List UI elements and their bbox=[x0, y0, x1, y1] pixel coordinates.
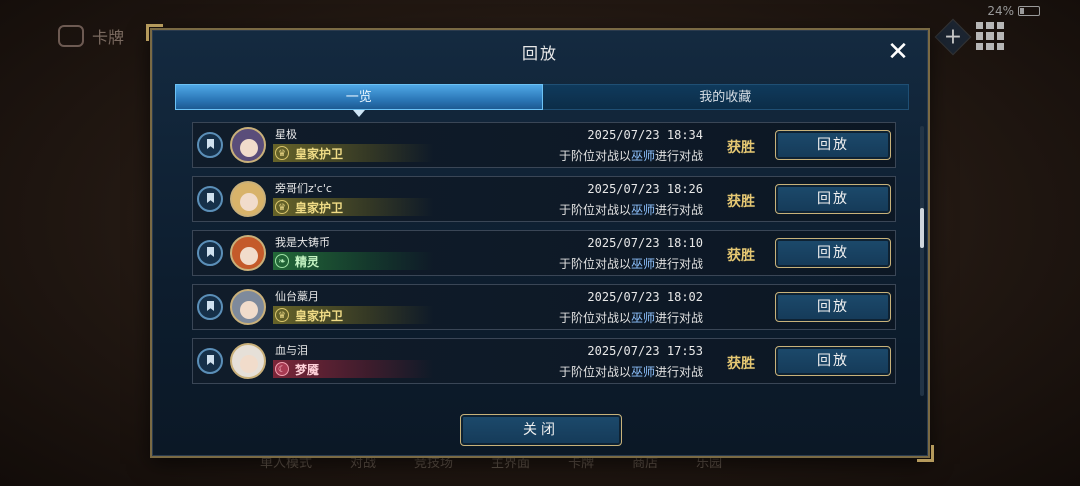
desc-class: 巫师 bbox=[630, 203, 655, 217]
desc-suffix: 进行对战 bbox=[654, 257, 703, 271]
replay-button[interactable]: 回放 bbox=[775, 346, 891, 376]
background-deck-label: 卡牌 bbox=[58, 24, 124, 48]
close-button[interactable]: 关闭 bbox=[460, 414, 622, 446]
desc-prefix: 于阶位对战以 bbox=[558, 311, 631, 325]
desc-class: 巫师 bbox=[630, 365, 655, 379]
class-label: 精灵 bbox=[295, 254, 320, 269]
desc-class: 巫师 bbox=[630, 257, 655, 271]
match-datetime: 2025/07/23 18:10 bbox=[587, 236, 703, 250]
class-label: 皇家护卫 bbox=[295, 146, 344, 161]
match-description: 于阶位对战以巫师进行对战 bbox=[559, 309, 703, 326]
tab-bar: 一览 我的收藏 bbox=[175, 84, 909, 117]
avatar bbox=[230, 181, 266, 217]
bookmark-icon[interactable] bbox=[197, 294, 223, 320]
desc-suffix: 进行对战 bbox=[654, 203, 703, 217]
avatar bbox=[230, 235, 266, 271]
avatar bbox=[230, 343, 266, 379]
player-name: 血与泪 bbox=[275, 344, 308, 357]
desc-class: 巫师 bbox=[630, 149, 655, 163]
class-label: 皇家护卫 bbox=[295, 200, 344, 215]
match-row: 血与泪 ☾ 梦魇 2025/07/23 17:53 于阶位对战以巫师进行对战 获胜 回放 bbox=[192, 338, 896, 384]
match-description: 于阶位对战以巫师进行对战 bbox=[559, 147, 703, 164]
tab-overview-label: 一览 bbox=[345, 90, 372, 105]
plus-icon: + bbox=[943, 24, 963, 50]
class-label: 梦魇 bbox=[295, 362, 320, 377]
class-badge: ♛ 皇家护卫 bbox=[273, 198, 433, 216]
battery-icon bbox=[1018, 6, 1040, 16]
player-name: 我是大铸币 bbox=[275, 236, 330, 249]
class-badge: ❧ 精灵 bbox=[273, 252, 433, 270]
bookmark-icon[interactable] bbox=[197, 132, 223, 158]
class-badge: ♛ 皇家护卫 bbox=[273, 306, 433, 324]
class-icon: ♛ bbox=[275, 200, 289, 214]
class-icon: ❧ bbox=[275, 254, 289, 268]
class-badge: ♛ 皇家护卫 bbox=[273, 144, 433, 162]
menu-grid-icon[interactable] bbox=[976, 22, 1004, 50]
player-name: 仙台藁月 bbox=[275, 290, 319, 303]
match-description: 于阶位对战以巫师进行对战 bbox=[559, 363, 703, 380]
class-label: 皇家护卫 bbox=[295, 308, 344, 323]
player-name: 旁哥们z'c'c bbox=[275, 182, 332, 195]
battery-text: 24% bbox=[987, 4, 1014, 18]
match-datetime: 2025/07/23 18:34 bbox=[587, 128, 703, 142]
add-button[interactable]: + bbox=[934, 18, 972, 56]
replay-button[interactable]: 回放 bbox=[775, 238, 891, 268]
desc-suffix: 进行对战 bbox=[654, 149, 703, 163]
class-icon: ♛ bbox=[275, 146, 289, 160]
scrollbar[interactable] bbox=[920, 126, 924, 396]
match-description: 于阶位对战以巫师进行对战 bbox=[559, 201, 703, 218]
tab-favorites[interactable]: 我的收藏 bbox=[542, 84, 909, 110]
desc-suffix: 进行对战 bbox=[654, 365, 703, 379]
avatar bbox=[230, 127, 266, 163]
replay-button[interactable]: 回放 bbox=[775, 292, 891, 322]
match-row: 仙台藁月 ♛ 皇家护卫 2025/07/23 18:02 于阶位对战以巫师进行对战 回放 bbox=[192, 284, 896, 330]
replay-dialog: 回放 ✕ 一览 我的收藏 星极 ♛ 皇家护卫 2025/07/23 18:34 于阶位对… bbox=[146, 24, 934, 462]
dialog-title: 回放 bbox=[521, 44, 558, 63]
player-name: 星极 bbox=[275, 128, 297, 141]
desc-class: 巫师 bbox=[630, 311, 655, 325]
match-result: 获胜 bbox=[727, 194, 755, 210]
bookmark-icon[interactable] bbox=[197, 348, 223, 374]
match-row: 我是大铸币 ❧ 精灵 2025/07/23 18:10 于阶位对战以巫师进行对战 获胜 回放 bbox=[192, 230, 896, 276]
caret-down-icon bbox=[352, 110, 365, 117]
match-datetime: 2025/07/23 17:53 bbox=[587, 344, 703, 358]
desc-prefix: 于阶位对战以 bbox=[558, 149, 631, 163]
class-badge: ☾ 梦魇 bbox=[273, 360, 433, 378]
match-row: 星极 ♛ 皇家护卫 2025/07/23 18:34 于阶位对战以巫师进行对战 获胜 回放 bbox=[192, 122, 896, 168]
match-description: 于阶位对战以巫师进行对战 bbox=[559, 255, 703, 272]
desc-prefix: 于阶位对战以 bbox=[558, 365, 631, 379]
deck-logo-icon bbox=[58, 25, 84, 47]
battery-indicator: 24% bbox=[987, 4, 1040, 18]
class-icon: ♛ bbox=[275, 308, 289, 322]
class-icon: ☾ bbox=[275, 362, 289, 376]
close-icon[interactable]: ✕ bbox=[884, 38, 912, 66]
match-datetime: 2025/07/23 18:26 bbox=[587, 182, 703, 196]
bookmark-icon[interactable] bbox=[197, 240, 223, 266]
match-datetime: 2025/07/23 18:02 bbox=[587, 290, 703, 304]
desc-prefix: 于阶位对战以 bbox=[558, 203, 631, 217]
match-list[interactable]: 星极 ♛ 皇家护卫 2025/07/23 18:34 于阶位对战以巫师进行对战 获胜 回放旁… bbox=[192, 122, 896, 394]
match-result: 获胜 bbox=[727, 140, 755, 156]
tab-favorites-label: 我的收藏 bbox=[699, 90, 752, 105]
bookmark-icon[interactable] bbox=[197, 186, 223, 212]
scroll-thumb[interactable] bbox=[920, 208, 924, 248]
background-deck-text: 卡牌 bbox=[92, 28, 125, 47]
match-row: 旁哥们z'c'c ♛ 皇家护卫 2025/07/23 18:26 于阶位对战以巫师进行对… bbox=[192, 176, 896, 222]
replay-button[interactable]: 回放 bbox=[775, 130, 891, 160]
desc-prefix: 于阶位对战以 bbox=[558, 257, 631, 271]
avatar bbox=[230, 289, 266, 325]
match-result: 获胜 bbox=[727, 248, 755, 264]
desc-suffix: 进行对战 bbox=[654, 311, 703, 325]
tab-overview[interactable]: 一览 bbox=[175, 84, 543, 117]
replay-button[interactable]: 回放 bbox=[775, 184, 891, 214]
match-result: 获胜 bbox=[727, 356, 755, 372]
